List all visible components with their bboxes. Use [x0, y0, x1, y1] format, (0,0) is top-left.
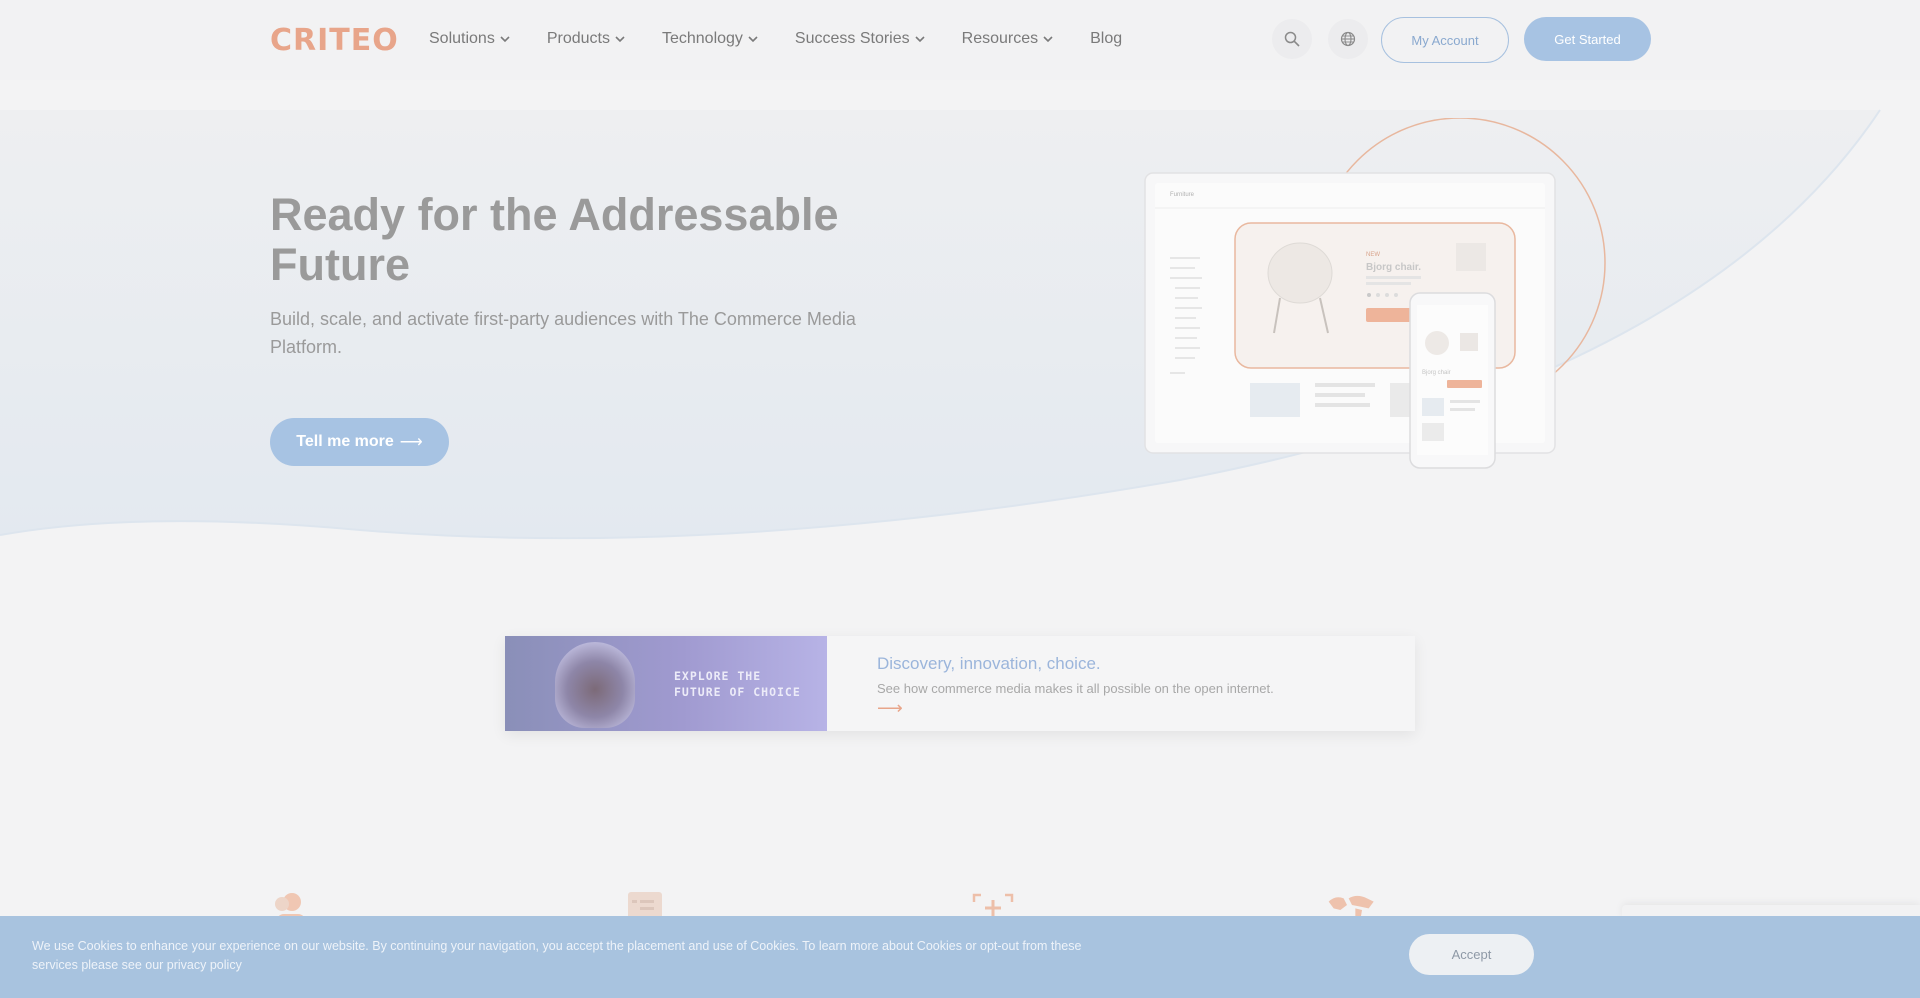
promo-image-caption-line2: FUTURE OF CHOICE — [674, 685, 801, 699]
hero-title: Ready for the Addressable Future — [270, 189, 839, 290]
get-started-button[interactable]: Get Started — [1524, 17, 1651, 61]
chevron-down-icon — [500, 36, 510, 43]
promo-image: EXPLORE THE FUTURE OF CHOICE — [505, 636, 827, 731]
nav-technology-label: Technology — [661, 30, 743, 47]
hero-subtitle: Build, scale, and activate first-party a… — [270, 309, 856, 357]
language-button[interactable] — [1328, 19, 1368, 59]
criteo-logo[interactable]: CRITEO — [270, 23, 399, 58]
chevron-down-icon — [748, 36, 758, 43]
nav-blog[interactable]: Blog — [1090, 30, 1122, 48]
promo-image-caption-line1: EXPLORE THE — [674, 669, 762, 683]
nav-products[interactable]: Products — [547, 30, 625, 48]
mockup-brand: Furniture — [1170, 192, 1195, 198]
tell-me-more-button[interactable]: Tell me more ⟶ — [270, 418, 449, 466]
promo-image-caption: EXPLORE THE FUTURE OF CHOICE — [674, 668, 801, 700]
nav-resources[interactable]: Resources — [962, 30, 1053, 48]
nav-solutions[interactable]: Solutions — [429, 30, 510, 48]
mockup-product-name: Bjorg chair. — [1366, 262, 1421, 273]
nav-technology[interactable]: Technology — [662, 30, 758, 48]
mockup-mobile-product-name: Bjorg chair — [1422, 370, 1451, 376]
product-mockup-illustration: Furniture NEW Bjorg chair. Bjorg chair — [1144, 118, 1606, 469]
chevron-down-icon — [615, 36, 625, 43]
nav-resources-label: Resources — [961, 30, 1039, 47]
main-nav: Solutions Products Technology Success St… — [429, 30, 1122, 48]
promo-title[interactable]: Discovery, innovation, choice. — [877, 654, 1101, 674]
chevron-down-icon — [915, 36, 925, 43]
my-account-button[interactable]: My Account — [1381, 17, 1509, 63]
nav-blog-label: Blog — [1090, 30, 1123, 47]
accept-cookies-button[interactable]: Accept — [1409, 934, 1534, 975]
chevron-down-icon — [1043, 36, 1053, 43]
promo-card[interactable]: EXPLORE THE FUTURE OF CHOICE Discovery, … — [505, 636, 1415, 731]
nav-solutions-label: Solutions — [429, 30, 495, 47]
promo-description: See how commerce media makes it all poss… — [877, 681, 1274, 696]
search-icon — [1284, 31, 1300, 47]
globe-icon — [1340, 31, 1356, 47]
cookie-text: We use Cookies to enhance your experienc… — [32, 939, 1082, 972]
astronaut-portrait — [555, 642, 635, 728]
nav-products-label: Products — [546, 30, 610, 47]
site-header: CRITEO Solutions Products Technology Suc… — [0, 0, 1920, 80]
mockup-product-tag: NEW — [1366, 252, 1380, 258]
search-button[interactable] — [1272, 19, 1312, 59]
nav-success-stories[interactable]: Success Stories — [795, 30, 925, 48]
arrow-right-icon: ⟶ — [399, 434, 423, 451]
tell-me-more-label: Tell me more — [296, 433, 394, 450]
cookie-banner: We use Cookies to enhance your experienc… — [0, 916, 1920, 998]
nav-success-stories-label: Success Stories — [794, 30, 910, 47]
arrow-right-icon[interactable]: ⟶ — [877, 698, 903, 719]
